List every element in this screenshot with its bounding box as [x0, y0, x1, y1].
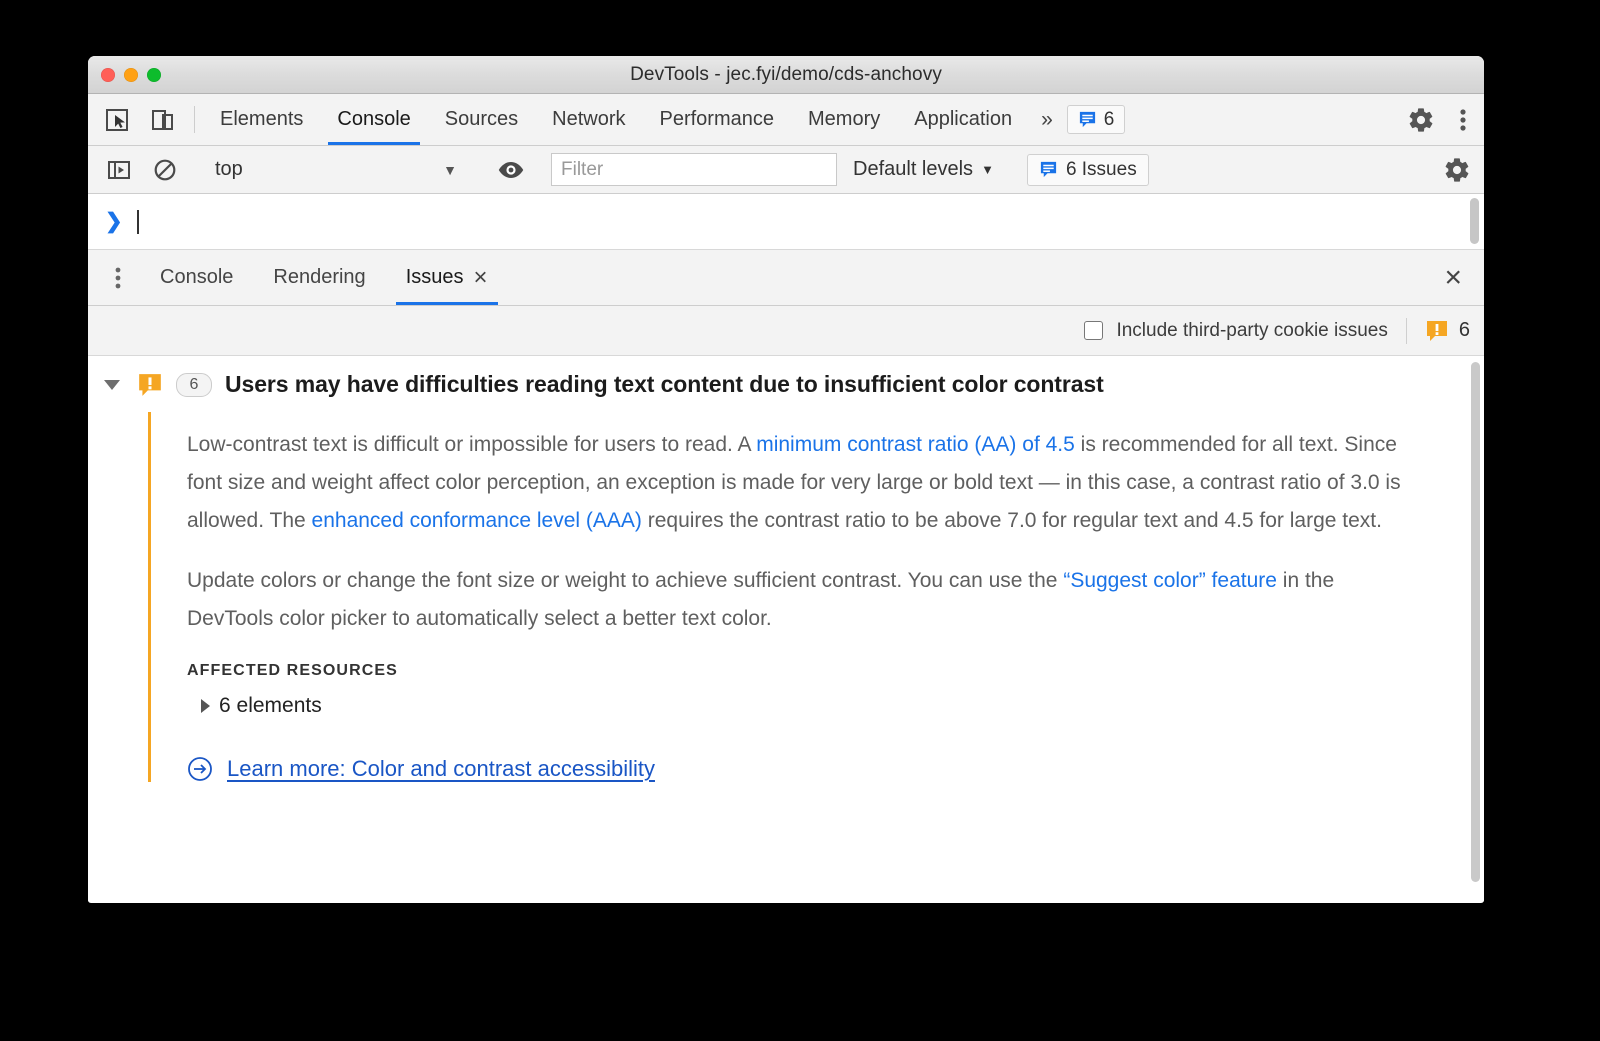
issue-count-badge: 6 [176, 372, 212, 397]
close-icon: × [1444, 260, 1462, 294]
window-controls [101, 56, 161, 93]
chevron-down-icon[interactable] [104, 379, 120, 390]
tab-elements[interactable]: Elements [203, 94, 320, 145]
drawer-tab-console[interactable]: Console [140, 250, 253, 305]
tab-sources[interactable]: Sources [428, 94, 535, 145]
issue-description-paragraph-1: Low-contrast text is difficult or imposs… [187, 426, 1422, 540]
live-expression-eye-icon[interactable] [488, 159, 534, 181]
close-window-button[interactable] [101, 67, 115, 82]
chevron-down-icon: ▼ [981, 162, 994, 177]
enhanced-conformance-link[interactable]: enhanced conformance level (AAA) [312, 509, 642, 532]
tab-label: Console [337, 108, 411, 130]
warning-issue-icon [139, 373, 161, 396]
affected-resources-row[interactable]: 6 elements [187, 694, 1484, 718]
inspect-cursor-icon[interactable] [94, 94, 140, 145]
tab-performance[interactable]: Performance [643, 94, 792, 145]
tab-label: Elements [220, 108, 304, 130]
tab-memory[interactable]: Memory [791, 94, 897, 145]
minimum-contrast-ratio-link[interactable]: minimum contrast ratio (AA) of 4.5 [756, 433, 1075, 456]
console-sidebar-icon[interactable] [96, 157, 142, 183]
execution-context-select[interactable]: top ▼ [205, 158, 471, 181]
tab-console[interactable]: Console [320, 94, 427, 145]
more-tabs-label: » [1041, 107, 1053, 131]
issues-message-icon [1079, 111, 1095, 128]
issues-button-label: 6 Issues [1065, 158, 1137, 180]
learn-more-link[interactable]: Learn more: Color and contrast accessibi… [227, 756, 655, 782]
checkbox-label: Include third-party cookie issues [1116, 319, 1388, 341]
optbar-divider [1405, 317, 1407, 344]
external-link-arrow-icon [188, 757, 212, 781]
clear-console-icon[interactable] [142, 157, 188, 183]
include-third-party-cookie-issues-checkbox[interactable]: Include third-party cookie issues [1084, 319, 1388, 342]
drawer-tab-label: Console [160, 266, 234, 288]
main-toolbar-right [1383, 94, 1484, 145]
toolbar-divider [194, 106, 195, 133]
log-levels-label: Default levels [853, 158, 974, 180]
kebab-menu-icon[interactable] [1442, 106, 1484, 134]
console-prompt-row[interactable]: ❯ [88, 194, 1484, 250]
warning-issue-icon [1426, 320, 1447, 341]
issues-pill-count: 6 [1103, 108, 1115, 130]
issues-list: 6 Users may have difficulties reading te… [88, 356, 1484, 902]
warning-count-label: 6 [1458, 319, 1470, 341]
gear-icon[interactable] [1436, 156, 1478, 184]
close-drawer-button[interactable]: × [1422, 250, 1484, 305]
drawer-kebab-menu-icon[interactable] [96, 250, 140, 305]
issues-warning-summary: 6 [1425, 319, 1470, 343]
paragraph-text: requires the contrast ratio to be above … [641, 509, 1382, 532]
drawer-tab-issues[interactable]: Issues × [386, 250, 508, 305]
chevron-right-icon[interactable] [201, 699, 210, 713]
tab-network[interactable]: Network [535, 94, 642, 145]
minimize-window-button[interactable] [124, 67, 138, 82]
checkbox-box[interactable] [1084, 321, 1104, 340]
suggest-color-feature-link[interactable]: “Suggest color” feature [1063, 569, 1277, 592]
paragraph-text: Update colors or change the font size or… [187, 569, 1064, 592]
more-tabs-chevron-icon[interactable]: » [1029, 94, 1065, 145]
maximize-window-button[interactable] [147, 67, 161, 82]
affected-resources-count: 6 elements [219, 694, 322, 717]
devtools-window: DevTools - jec.fyi/demo/cds-anchovy Elem… [88, 56, 1484, 903]
issue-details: Low-contrast text is difficult or imposs… [148, 412, 1484, 782]
device-toolbar-icon[interactable] [140, 94, 186, 145]
console-toolbar-right [1419, 156, 1484, 184]
issue-title: Users may have difficulties reading text… [225, 371, 1104, 397]
issues-counter-button[interactable]: 6 [1066, 105, 1126, 134]
tab-label: Network [552, 108, 626, 130]
issues-toolbar-button[interactable]: 6 Issues [1026, 153, 1149, 186]
issue-header-row[interactable]: 6 Users may have difficulties reading te… [88, 356, 1484, 412]
gear-icon[interactable] [1400, 106, 1442, 134]
execution-context-value: top [215, 158, 243, 180]
tab-label: Sources [444, 108, 519, 130]
learn-more-row[interactable]: Learn more: Color and contrast accessibi… [187, 756, 1484, 782]
issue-description-paragraph-2: Update colors or change the font size or… [187, 562, 1422, 638]
title-bar: DevTools - jec.fyi/demo/cds-anchovy [88, 56, 1484, 94]
paragraph-text: Low-contrast text is difficult or imposs… [187, 433, 757, 456]
issues-message-icon [1040, 161, 1057, 178]
window-title: DevTools - jec.fyi/demo/cds-anchovy [630, 63, 942, 85]
console-toolbar: top ▼ Default levels ▼ 6 Issues [88, 146, 1484, 194]
chevron-down-icon: ▼ [443, 161, 457, 178]
text-cursor [136, 209, 139, 234]
tab-application[interactable]: Application [897, 94, 1029, 145]
issues-options-bar: Include third-party cookie issues 6 [88, 306, 1484, 356]
prompt-caret-icon: ❯ [105, 210, 123, 233]
main-panel-tabbar: Elements Console Sources Network Perform… [88, 94, 1484, 146]
issues-scrollbar[interactable] [1471, 362, 1480, 882]
affected-resources-heading: AFFECTED RESOURCES [187, 662, 398, 679]
tab-label: Performance [659, 108, 775, 130]
close-icon[interactable]: × [474, 264, 488, 292]
log-levels-dropdown[interactable]: Default levels ▼ [837, 158, 1010, 181]
drawer-tab-label: Rendering [273, 266, 366, 288]
tab-label: Memory [808, 108, 881, 130]
drawer-tab-label: Issues [405, 266, 464, 288]
drawer-tab-rendering[interactable]: Rendering [253, 250, 385, 305]
console-scrollbar[interactable] [1470, 198, 1479, 244]
tab-label: Application [914, 108, 1013, 130]
drawer-tabbar: Console Rendering Issues × × [88, 250, 1484, 306]
filter-input[interactable] [551, 153, 837, 186]
